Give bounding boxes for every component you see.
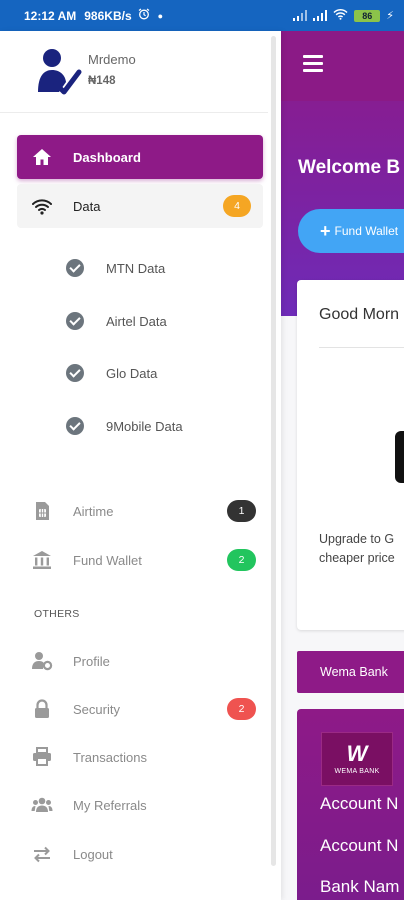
menu-item-profile[interactable]: Profile — [31, 646, 256, 676]
home-icon — [32, 147, 52, 167]
account-name-label: Account N — [320, 794, 399, 813]
wallet-balance: ₦148 — [88, 75, 116, 87]
menu-item-label: Fund Wallet — [73, 552, 142, 568]
submenu-item-mtn-data[interactable]: MTN Data — [66, 255, 256, 281]
signal-icon — [293, 10, 308, 21]
menu-icon[interactable] — [303, 55, 323, 72]
bank-icon — [31, 549, 53, 571]
submenu-item-airtel-data[interactable]: Airtel Data — [66, 308, 256, 334]
menu-item-logout[interactable]: Logout — [31, 839, 256, 869]
user-profile-header: Mrdemo ₦148 — [0, 31, 268, 113]
menu-item-airtime[interactable]: Airtime 1 — [31, 496, 256, 526]
menu-item-label: Dashboard — [73, 149, 141, 165]
wema-logo-mark: W — [346, 741, 368, 766]
lock-icon — [31, 698, 53, 720]
user-cog-icon — [31, 650, 53, 672]
bank-tab[interactable]: Wema Bank — [297, 651, 404, 693]
bank-name-label: Bank Nam — [320, 877, 400, 896]
top-app-bar — [281, 31, 404, 101]
signal-icon — [313, 10, 328, 21]
charging-icon: ⚡ — [386, 10, 394, 22]
sim-card-icon — [31, 500, 53, 522]
menu-item-my-referrals[interactable]: My Referrals — [31, 790, 256, 820]
divider — [319, 347, 404, 348]
upgrade-line-1: Upgrade to G — [319, 532, 395, 546]
exchange-icon — [31, 843, 53, 865]
greeting-card: Good Morn Upgrade to G cheaper price — [297, 280, 404, 630]
check-circle-icon — [66, 364, 84, 382]
status-time: 12:12 AM — [24, 8, 77, 23]
menu-item-label: Profile — [73, 653, 110, 669]
wema-bank-logo: W WEMA BANK — [321, 732, 393, 786]
security-badge: 2 — [227, 698, 256, 720]
welcome-title: Welcome B — [298, 157, 401, 178]
menu-item-label: Logout — [73, 846, 113, 862]
menu-item-label: My Referrals — [73, 797, 147, 813]
drawer-scrollbar[interactable] — [271, 36, 276, 866]
check-circle-icon — [66, 259, 84, 277]
printer-icon — [31, 746, 53, 768]
upgrade-text: Upgrade to G cheaper price — [319, 530, 395, 568]
submenu-item-label: Airtel Data — [106, 313, 167, 329]
submenu-item-9mobile-data[interactable]: 9Mobile Data — [66, 413, 256, 439]
menu-item-security[interactable]: Security 2 — [31, 694, 256, 724]
greeting-text: Good Morn — [319, 306, 400, 323]
check-circle-icon — [66, 417, 84, 435]
navigation-drawer: Mrdemo ₦148 Dashboard Data 4 MTN Data Ai… — [0, 31, 281, 900]
wifi-icon — [333, 8, 348, 23]
user-name: Mrdemo — [88, 52, 136, 67]
plus-icon: + — [320, 220, 331, 241]
card-image — [395, 431, 404, 483]
menu-item-label: Airtime — [73, 503, 114, 519]
dot-icon: ● — [157, 10, 164, 21]
fund-wallet-button[interactable]: + Fund Wallet — [298, 209, 404, 253]
upgrade-line-2: cheaper price — [319, 551, 395, 565]
menu-item-label: Security — [73, 701, 120, 717]
fund-wallet-label: Fund Wallet — [334, 224, 399, 238]
menu-item-dashboard[interactable]: Dashboard — [17, 135, 263, 179]
section-heading-others: OTHERS — [34, 608, 80, 620]
data-badge: 4 — [223, 195, 251, 217]
avatar — [34, 46, 82, 96]
fund-wallet-badge: 2 — [227, 549, 256, 571]
menu-item-label: Data — [73, 198, 101, 214]
network-speed: 986KB/s — [84, 8, 132, 23]
menu-item-fund-wallet[interactable]: Fund Wallet 2 — [31, 545, 256, 575]
check-circle-icon — [66, 312, 84, 330]
submenu-item-label: Glo Data — [106, 365, 158, 381]
bank-account-card: W WEMA BANK Account N Account N Bank Nam — [297, 709, 404, 900]
submenu-item-glo-data[interactable]: Glo Data — [66, 360, 256, 386]
airtime-badge: 1 — [227, 500, 256, 522]
battery-icon: 86 — [354, 9, 381, 22]
account-number-label: Account N — [320, 836, 399, 855]
submenu-item-label: MTN Data — [106, 260, 166, 276]
main-screen: Welcome B + Fund Wallet Good Morn Upgrad… — [281, 31, 404, 900]
menu-item-label: Transactions — [73, 749, 147, 765]
wema-logo-text: WEMA BANK — [334, 768, 380, 775]
menu-item-transactions[interactable]: Transactions — [31, 742, 256, 772]
wifi-icon — [32, 196, 52, 216]
alarm-icon — [138, 8, 150, 23]
submenu-item-label: 9Mobile Data — [106, 418, 183, 434]
users-icon — [31, 794, 53, 816]
status-bar: 12:12 AM 986KB/s ● 86 ⚡ — [0, 0, 404, 31]
menu-item-data[interactable]: Data 4 — [17, 184, 263, 228]
